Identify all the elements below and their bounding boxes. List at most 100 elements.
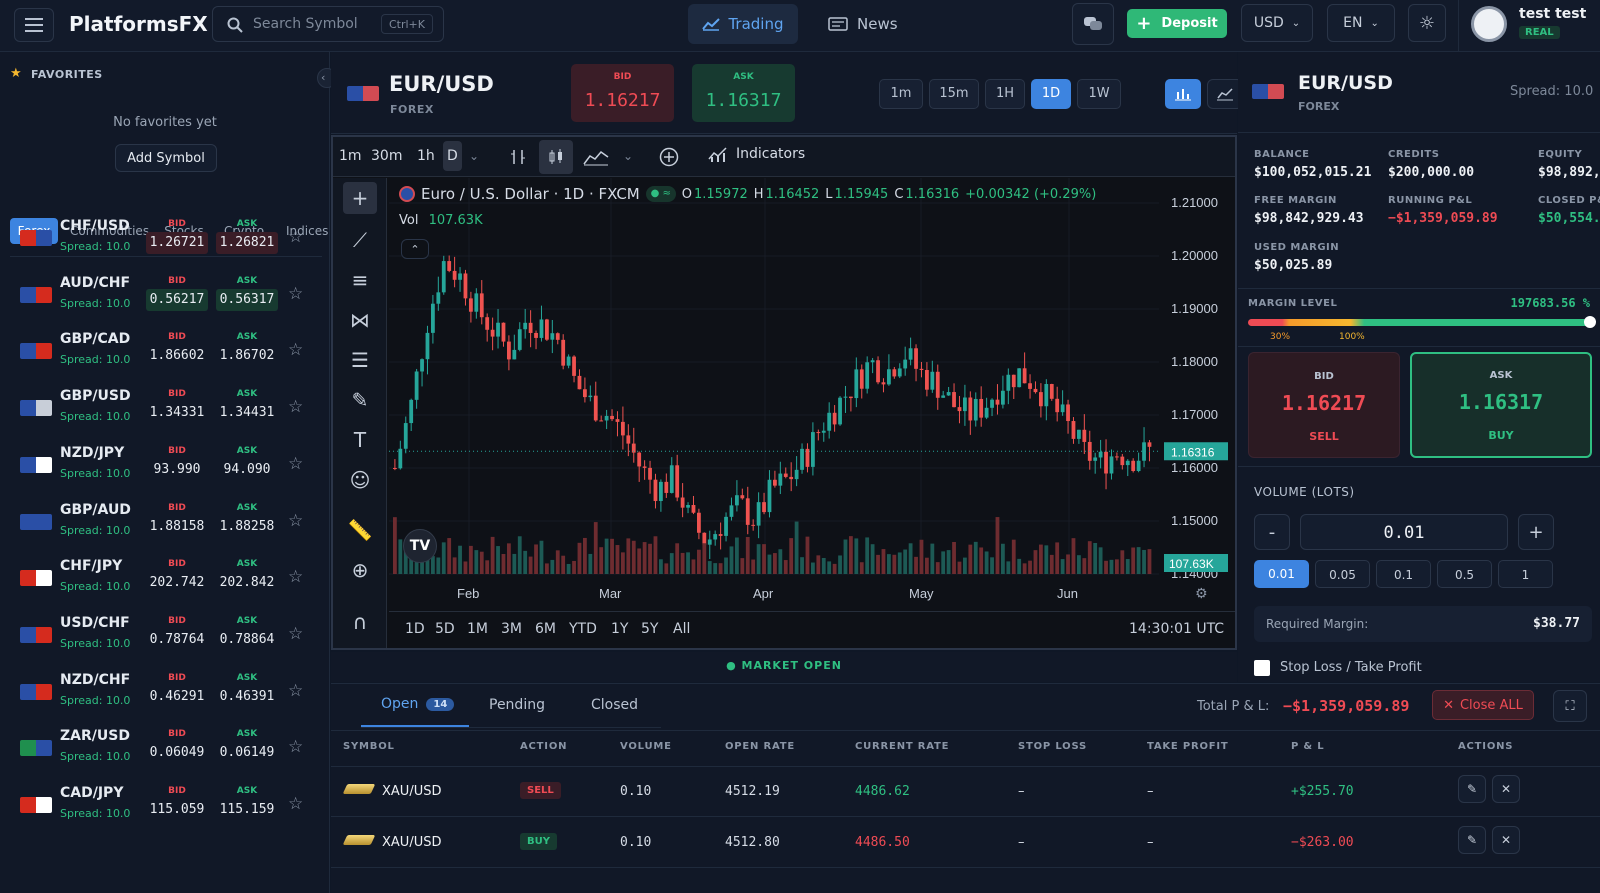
language-select[interactable]: EN ⌄ — [1327, 4, 1395, 42]
tab-open[interactable]: Open 14 — [381, 696, 455, 712]
horizontal-lines-icon[interactable]: ≡ — [343, 264, 377, 296]
favorite-star-icon[interactable]: ☆ — [288, 511, 303, 531]
volume-minus-button[interactable]: - — [1254, 514, 1290, 550]
favorite-star-icon[interactable]: ☆ — [288, 454, 303, 474]
text-icon[interactable]: T — [343, 424, 377, 456]
favorite-star-icon[interactable]: ☆ — [288, 397, 303, 417]
sell-button[interactable]: BID 1.16217 SELL — [1248, 352, 1400, 458]
ask-value[interactable]: 0.46391 — [216, 686, 278, 708]
theme-toggle[interactable]: ☼ — [1408, 4, 1446, 42]
ask-value[interactable]: 0.78864 — [216, 629, 278, 651]
symbol-row[interactable]: CAD/JPY Spread: 10.0 BID ASK 115.059 115.159 ☆ — [0, 777, 330, 834]
symbol-row[interactable]: CHF/USD Spread: 10.0 BID ASK 1.26721 1.26821 ☆ — [0, 210, 330, 267]
ask-value[interactable]: 1.26821 — [216, 232, 278, 254]
add-compare-icon[interactable] — [659, 147, 679, 167]
ask-value[interactable]: 94.090 — [216, 459, 278, 481]
bid-value[interactable]: 1.26721 — [146, 232, 208, 254]
tab-closed[interactable]: Closed — [591, 697, 638, 713]
volume-preset-0.5[interactable]: 0.5 — [1437, 560, 1492, 588]
deposit-button[interactable]: + Deposit — [1127, 9, 1227, 38]
trend-line-icon[interactable]: ⟋ — [343, 224, 377, 256]
header-ask[interactable]: ASK 1.16317 — [692, 64, 795, 122]
ask-value[interactable]: 1.34431 — [216, 402, 278, 424]
ask-value[interactable]: 115.159 — [216, 799, 278, 821]
chat-button[interactable] — [1072, 3, 1114, 45]
edit-button[interactable]: ✎ — [1458, 826, 1486, 854]
menu-button[interactable] — [14, 8, 54, 42]
ask-value[interactable]: 202.842 — [216, 572, 278, 594]
interval-d[interactable]: D — [443, 141, 462, 171]
chevron-down-icon[interactable]: ⌄ — [469, 149, 479, 163]
emoji-icon[interactable]: ☺ — [343, 464, 377, 496]
range-1y[interactable]: 1Y — [611, 621, 628, 637]
timeframe-1d[interactable]: 1D — [1031, 79, 1071, 109]
volume-preset-0.05[interactable]: 0.05 — [1315, 560, 1370, 588]
close-all-button[interactable]: ✕ Close ALL — [1432, 690, 1534, 720]
range-ytd[interactable]: YTD — [569, 621, 597, 637]
range-all[interactable]: All — [673, 621, 690, 637]
currency-select[interactable]: USD ⌄ — [1241, 4, 1313, 42]
ask-value[interactable]: 1.88258 — [216, 516, 278, 538]
bid-value[interactable]: 0.46291 — [146, 686, 208, 708]
add-symbol-button[interactable]: Add Symbol — [115, 144, 217, 172]
ruler-icon[interactable]: 📏 — [343, 514, 377, 546]
favorite-star-icon[interactable]: ☆ — [288, 624, 303, 644]
range-6m[interactable]: 6M — [535, 621, 556, 637]
symbol-row[interactable]: USD/CHF Spread: 10.0 BID ASK 0.78764 0.78864 ☆ — [0, 607, 330, 664]
bid-value[interactable]: 1.88158 — [146, 516, 208, 538]
buy-button[interactable]: ASK 1.16317 BUY — [1410, 352, 1592, 458]
magnet-icon[interactable]: ∩ — [343, 606, 377, 638]
zoom-icon[interactable]: ⊕ — [343, 554, 377, 586]
volume-preset-0.01[interactable]: 0.01 — [1254, 560, 1309, 588]
symbol-row[interactable]: CHF/JPY Spread: 10.0 BID ASK 202.742 202.842 ☆ — [0, 550, 330, 607]
collapse-legend-button[interactable]: ⌃ — [401, 239, 429, 259]
volume-plus-button[interactable]: + — [1518, 514, 1554, 550]
symbol-row[interactable]: NZD/JPY Spread: 10.0 BID ASK 93.990 94.090 ☆ — [0, 437, 330, 494]
timeframe-1m[interactable]: 1m — [879, 79, 923, 109]
close-position-button[interactable]: ✕ — [1492, 826, 1520, 854]
range-3m[interactable]: 3M — [501, 621, 522, 637]
bars-style-icon[interactable] — [509, 148, 527, 166]
close-position-button[interactable]: ✕ — [1492, 775, 1520, 803]
interval-30m[interactable]: 30m — [371, 148, 402, 164]
interval-1h[interactable]: 1h — [417, 148, 435, 164]
range-5y[interactable]: 5Y — [641, 621, 658, 637]
bid-value[interactable]: 93.990 — [146, 459, 208, 481]
volume-preset-1[interactable]: 1 — [1498, 560, 1553, 588]
symbol-row[interactable]: AUD/CHF Spread: 10.0 BID ASK 0.56217 0.56317 ☆ — [0, 267, 330, 324]
tab-pending[interactable]: Pending — [489, 697, 545, 713]
bar-chart-toggle[interactable] — [1165, 79, 1201, 109]
timeframe-1h[interactable]: 1H — [985, 79, 1025, 109]
bid-value[interactable]: 115.059 — [146, 799, 208, 821]
favorite-star-icon[interactable]: ☆ — [288, 794, 303, 814]
bid-value[interactable]: 202.742 — [146, 572, 208, 594]
range-5d[interactable]: 5D — [435, 621, 455, 637]
symbol-row[interactable]: GBP/CAD Spread: 10.0 BID ASK 1.86602 1.86702 ☆ — [0, 323, 330, 380]
brush-icon[interactable]: ✎ — [343, 384, 377, 416]
interval-1m[interactable]: 1m — [339, 148, 362, 164]
range-1d[interactable]: 1D — [405, 621, 425, 637]
bid-value[interactable]: 0.78764 — [146, 629, 208, 651]
favorite-star-icon[interactable]: ☆ — [288, 737, 303, 757]
timeframe-1w[interactable]: 1W — [1077, 79, 1121, 109]
symbol-row[interactable]: NZD/CHF Spread: 10.0 BID ASK 0.46291 0.46391 ☆ — [0, 664, 330, 721]
timeframe-15m[interactable]: 15m — [929, 79, 979, 109]
fib-icon[interactable]: ☰ — [343, 344, 377, 376]
symbol-row[interactable]: GBP/AUD Spread: 10.0 BID ASK 1.88158 1.88258 ☆ — [0, 494, 330, 551]
symbol-row[interactable]: ZAR/USD Spread: 10.0 BID ASK 0.06049 0.06149 ☆ — [0, 720, 330, 777]
volume-preset-0.1[interactable]: 0.1 — [1376, 560, 1431, 588]
ask-value[interactable]: 1.86702 — [216, 345, 278, 367]
candle-style-button[interactable] — [539, 140, 573, 174]
bid-value[interactable]: 0.56217 — [146, 288, 208, 311]
favorite-star-icon[interactable]: ☆ — [288, 284, 303, 304]
bid-value[interactable]: 0.06049 — [146, 742, 208, 764]
sltp-label[interactable]: Stop Loss / Take Profit — [1280, 660, 1422, 675]
crosshair-icon[interactable]: + — [343, 182, 377, 214]
bid-value[interactable]: 1.34331 — [146, 402, 208, 424]
pattern-icon[interactable]: ⋈ — [343, 304, 377, 336]
chevron-down-icon[interactable]: ⌄ — [623, 149, 633, 163]
settings-icon[interactable]: ⚙ — [1195, 586, 1208, 602]
header-bid[interactable]: BID 1.16217 — [571, 64, 674, 122]
bid-value[interactable]: 1.86602 — [146, 345, 208, 367]
user-menu[interactable]: test test REAL — [1458, 0, 1600, 52]
